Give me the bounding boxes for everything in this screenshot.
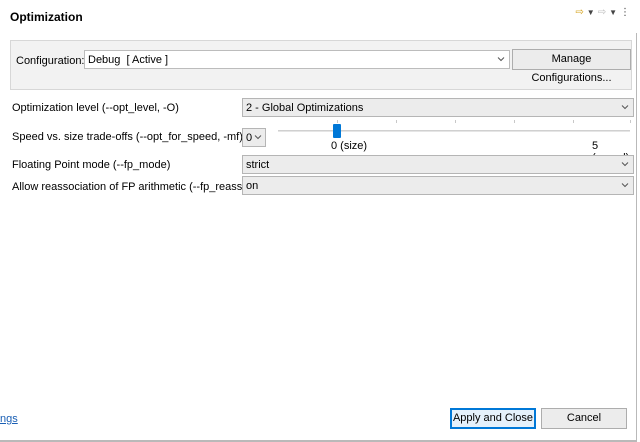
fp-reassoc-value: on xyxy=(246,180,259,192)
slider-tick xyxy=(337,120,338,123)
configuration-select[interactable]: Debug [ Active ] xyxy=(84,50,510,69)
slider-tick xyxy=(396,120,397,123)
forward-dropdown-icon[interactable]: ▼ xyxy=(609,8,617,18)
chevron-down-icon xyxy=(497,57,505,62)
optimization-level-value: 2 - Global Optimizations xyxy=(246,102,364,114)
fp-mode-select[interactable]: strict xyxy=(242,155,634,174)
chevron-down-icon xyxy=(621,162,629,167)
view-menu-icon[interactable]: ⋮ xyxy=(620,8,630,18)
properties-dialog: Optimization ⇨ ▼ ⇨ ▼ ⋮ Configuration: De… xyxy=(0,0,637,442)
optimization-level-label: Optimization level (--opt_level, -O) xyxy=(12,102,179,114)
fp-reassoc-label: Allow reassociation of FP arithmetic (--… xyxy=(12,181,258,193)
apply-and-close-button[interactable]: Apply and Close xyxy=(450,408,536,429)
forward-arrow-icon[interactable]: ⇨ xyxy=(598,8,606,18)
optimization-level-select[interactable]: 2 - Global Optimizations xyxy=(242,98,634,117)
restore-defaults-link[interactable]: ngs xyxy=(0,413,18,425)
speed-size-select[interactable]: 0 xyxy=(242,128,266,147)
chevron-down-icon xyxy=(621,183,629,188)
chevron-down-icon xyxy=(621,105,629,110)
speed-size-label: Speed vs. size trade-offs (--opt_for_spe… xyxy=(12,131,243,143)
cancel-button[interactable]: Cancel xyxy=(541,408,627,429)
fp-mode-value: strict xyxy=(246,159,270,171)
page-title: Optimization xyxy=(10,10,83,24)
manage-configurations-button[interactable]: Manage Configurations... xyxy=(512,49,631,84)
fp-mode-label: Floating Point mode (--fp_mode) xyxy=(12,159,171,171)
slider-tick xyxy=(514,120,515,123)
fp-reassoc-select[interactable]: on xyxy=(242,176,634,195)
configuration-value: Debug [ Active ] xyxy=(88,54,169,66)
configuration-label: Configuration: xyxy=(16,55,85,67)
slider-tick xyxy=(573,120,574,123)
header-nav: ⇨ ▼ ⇨ ▼ ⋮ xyxy=(575,8,630,18)
speed-size-slider-track[interactable] xyxy=(278,130,630,132)
chevron-down-icon xyxy=(254,135,262,140)
slider-tick xyxy=(630,120,631,123)
speed-size-slider-thumb[interactable] xyxy=(333,124,341,138)
page-header: Optimization ⇨ ▼ ⇨ ▼ ⋮ xyxy=(0,0,637,33)
slider-min-label: 0 (size) xyxy=(331,140,368,152)
back-dropdown-icon[interactable]: ▼ xyxy=(587,8,595,18)
speed-size-value: 0 xyxy=(246,132,253,144)
back-arrow-icon[interactable]: ⇨ xyxy=(575,8,583,18)
slider-tick xyxy=(455,120,456,123)
